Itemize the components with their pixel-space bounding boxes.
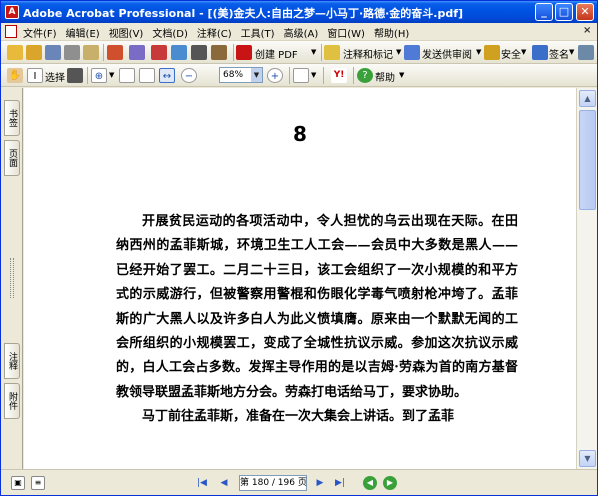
- zoom-dropdown-icon[interactable]: ▼: [251, 68, 262, 82]
- fit-page-icon[interactable]: [139, 68, 155, 83]
- bookmarks-tab[interactable]: 书签: [4, 100, 20, 136]
- help-button[interactable]: 帮助: [375, 69, 395, 84]
- paragraph: 开展贫民运动的各项活动中，令人担忧的乌云出现在天际。在田纳西州的孟菲斯城，环境卫…: [116, 214, 518, 400]
- page-size-icon[interactable]: ▣: [11, 476, 25, 490]
- menu-document[interactable]: 文档(D): [152, 25, 188, 40]
- scroll-up-icon[interactable]: ▲: [579, 90, 596, 107]
- chevron-down-icon[interactable]: ▼: [476, 48, 481, 56]
- view-toolbar: ✋ I 选择 ⊕ ▼ ↔ − 68% ▼ + ▼ Y! ? 帮助 ▼: [1, 64, 597, 87]
- menu-comments[interactable]: 注释(C): [197, 25, 232, 40]
- paragraph: 马丁前往孟菲斯，准备在一次大集会上讲话。到了孟菲: [142, 409, 455, 425]
- previous-view-icon[interactable]: ◀: [363, 476, 377, 490]
- first-page-icon[interactable]: |◀: [195, 476, 209, 490]
- next-view-icon[interactable]: ▶: [383, 476, 397, 490]
- window-title: Adobe Acrobat Professional - [(美)金夫人:自由之…: [23, 7, 464, 20]
- send-review-button[interactable]: 发送供审阅: [422, 46, 472, 61]
- menu-view[interactable]: 视图(V): [109, 25, 144, 40]
- page-number: 8: [293, 122, 307, 146]
- comment-markup-button[interactable]: 注释和标记: [343, 46, 393, 61]
- yahoo-icon[interactable]: Y!: [331, 68, 347, 83]
- actual-size-icon[interactable]: [119, 68, 135, 83]
- create-pdf-icon[interactable]: [236, 45, 252, 60]
- select-tool-button[interactable]: 选择: [45, 69, 65, 84]
- scroll-thumb[interactable]: [579, 110, 596, 210]
- vertical-scrollbar[interactable]: ▲ ▼: [576, 88, 597, 469]
- lock-icon[interactable]: [484, 45, 500, 60]
- create-pdf-button[interactable]: 创建 PDF: [255, 46, 298, 61]
- comments-tab[interactable]: 注释: [4, 343, 20, 379]
- menu-items: 文件(F) 编辑(E) 视图(V) 文档(D) 注释(C) 工具(T) 高级(A…: [23, 25, 409, 40]
- stamp-icon[interactable]: [107, 45, 123, 60]
- close-button[interactable]: ✕: [576, 3, 594, 21]
- send-review-icon[interactable]: [404, 45, 420, 60]
- maximize-button[interactable]: □: [555, 3, 573, 21]
- minimize-button[interactable]: _: [535, 3, 553, 21]
- page-number-field[interactable]: 第 180 / 196 页: [239, 475, 307, 491]
- page-body: 开展贫民运动的各项活动中，令人担忧的乌云出现在天际。在田纳西州的孟菲斯城，环境卫…: [116, 210, 518, 430]
- read-aloud-icon[interactable]: [211, 45, 227, 60]
- hand-tool-icon[interactable]: ✋: [7, 68, 23, 83]
- comment-markup-icon[interactable]: [324, 45, 340, 60]
- sign-button[interactable]: 签名: [549, 46, 569, 61]
- attachments-tab[interactable]: 附件: [4, 383, 20, 419]
- menu-help[interactable]: 帮助(H): [374, 25, 409, 40]
- title-bar[interactable]: A Adobe Acrobat Professional - [(美)金夫人:自…: [1, 1, 597, 23]
- previous-page-icon[interactable]: ◀: [217, 476, 231, 490]
- zoom-out-icon[interactable]: −: [181, 68, 197, 83]
- menu-file[interactable]: 文件(F): [23, 25, 57, 40]
- print-icon[interactable]: [64, 45, 80, 60]
- globe-icon[interactable]: [171, 45, 187, 60]
- chevron-down-icon[interactable]: ▼: [311, 48, 316, 56]
- chevron-down-icon[interactable]: ▼: [396, 48, 401, 56]
- chevron-down-icon[interactable]: ▼: [311, 71, 316, 79]
- chevron-down-icon[interactable]: ▼: [569, 48, 574, 56]
- document-close-icon[interactable]: ×: [583, 25, 591, 36]
- fit-width-icon[interactable]: ↔: [159, 68, 175, 83]
- forms-icon[interactable]: [578, 45, 594, 60]
- open-folder-icon[interactable]: [7, 45, 23, 60]
- snapshot-icon[interactable]: [67, 68, 83, 83]
- rotate-view-icon[interactable]: [293, 68, 309, 83]
- menu-window[interactable]: 窗口(W): [327, 25, 365, 40]
- organizer-icon[interactable]: [26, 45, 42, 60]
- chevron-down-icon[interactable]: ▼: [521, 48, 526, 56]
- save-icon[interactable]: [45, 45, 61, 60]
- navigation-pane: 书签 页面 注释 附件: [1, 88, 23, 469]
- menu-edit[interactable]: 编辑(E): [66, 25, 100, 40]
- acrobat-window: A Adobe Acrobat Professional - [(美)金夫人:自…: [0, 0, 598, 496]
- menu-tools[interactable]: 工具(T): [241, 25, 275, 40]
- sign-icon[interactable]: [532, 45, 548, 60]
- help-icon[interactable]: ?: [357, 68, 373, 83]
- document-view[interactable]: 8 开展贫民运动的各项活动中，令人担忧的乌云出现在天际。在田纳西州的孟菲斯城，环…: [24, 88, 576, 469]
- chevron-down-icon[interactable]: ▼: [399, 71, 404, 79]
- menu-advanced[interactable]: 高级(A): [284, 25, 319, 40]
- menu-bar: 文件(F) 编辑(E) 视图(V) 文档(D) 注释(C) 工具(T) 高级(A…: [1, 23, 597, 41]
- file-toolbar: 创建 PDF ▼ 注释和标记 ▼ 发送供审阅 ▼ 安全 ▼ 签名 ▼: [1, 41, 597, 64]
- zoom-in-icon[interactable]: ⊕: [91, 68, 107, 83]
- chevron-down-icon[interactable]: ▼: [109, 71, 114, 79]
- status-bar: ▣ ≡ |◀ ◀ 第 180 / 196 页 ▶ ▶| ◀ ▶: [1, 469, 597, 495]
- binoculars-icon[interactable]: [191, 45, 207, 60]
- pages-tab[interactable]: 页面: [4, 140, 20, 176]
- acrobat-logo-icon[interactable]: [151, 45, 167, 60]
- security-button[interactable]: 安全: [501, 46, 521, 61]
- layout-icon[interactable]: ≡: [31, 476, 45, 490]
- attach-icon[interactable]: [129, 45, 145, 60]
- zoom-in-button-icon[interactable]: +: [267, 68, 283, 83]
- scroll-down-icon[interactable]: ▼: [579, 450, 596, 467]
- last-page-icon[interactable]: ▶|: [333, 476, 347, 490]
- document-icon[interactable]: [5, 25, 17, 38]
- next-page-icon[interactable]: ▶: [313, 476, 327, 490]
- select-tool-icon[interactable]: I: [27, 68, 43, 83]
- acrobat-app-icon[interactable]: A: [5, 5, 19, 19]
- email-icon[interactable]: [83, 45, 99, 60]
- pane-resize-handle[interactable]: [10, 258, 14, 298]
